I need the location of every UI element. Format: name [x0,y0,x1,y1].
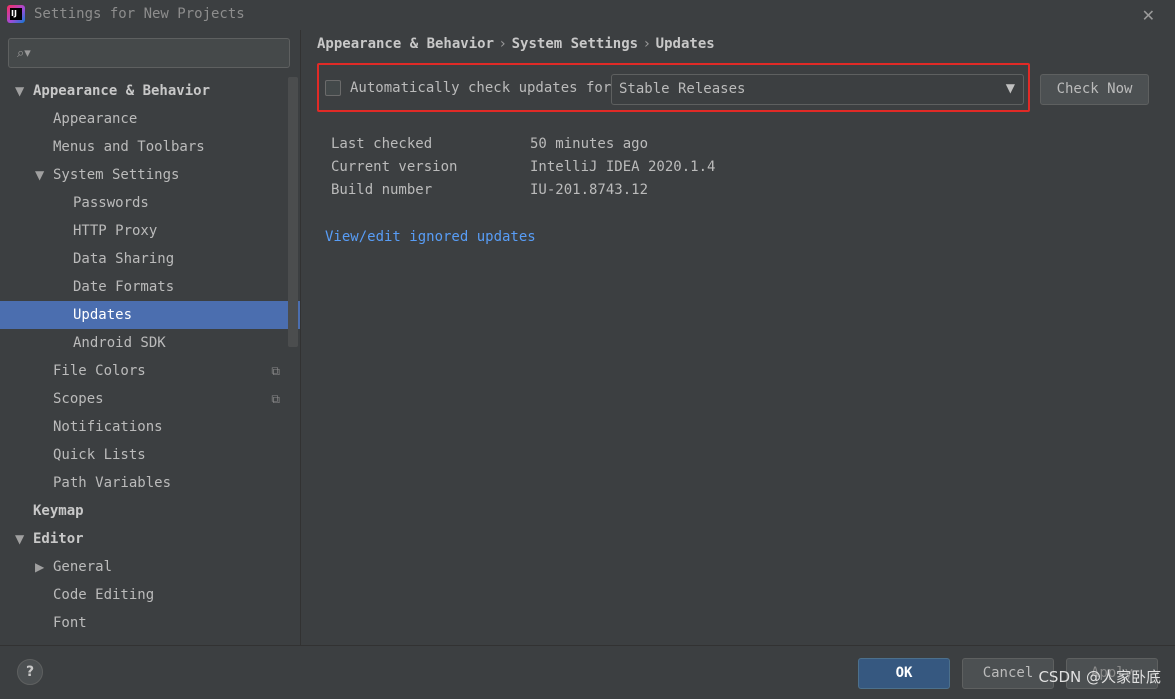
sidebar-item-label: Keymap [33,503,84,519]
sidebar-item-label: Path Variables [53,475,172,491]
dialog-footer: ? OK Cancel Apply CSDN @人家卧底 [0,645,1175,699]
chevron-down-icon: ▼ [1005,81,1015,95]
sidebar-item-label: Appearance [53,111,138,127]
auto-check-updates-label[interactable]: Automatically check updates for [350,80,611,96]
expand-arrow-icon[interactable]: ▼ [15,77,24,105]
copy-icon: ⧉ [271,364,280,378]
sidebar-item-label: Android SDK [73,335,166,351]
sidebar-item-http-proxy[interactable]: HTTP Proxy [0,217,288,245]
sidebar-item-label: Scopes [53,391,104,407]
breadcrumb-item[interactable]: Appearance & Behavior [317,36,494,52]
updates-panel: Appearance & Behavior › System Settings › Up… [301,30,1175,645]
auto-check-updates-checkbox[interactable] [325,80,341,96]
sidebar-item-path-variables[interactable]: Path Variables [0,469,288,497]
sidebar-item-label: Font [53,615,87,631]
expand-arrow-icon[interactable]: ▼ [15,525,24,553]
build-number-label: Build number [331,182,433,198]
sidebar-item-code-editing[interactable]: Code Editing [0,581,288,609]
sidebar-item-font[interactable]: Font [0,609,288,637]
sidebar-item-general[interactable]: ▶ General [0,553,288,581]
settings-sidebar: ⌕▾ ▼ Appearance & Behavior Appearance Menus… [0,30,301,645]
close-icon[interactable]: ✕ [1142,6,1155,25]
update-channel-select[interactable]: Stable Releases ▼ [611,74,1024,105]
collapse-arrow-icon[interactable]: ▶ [35,553,44,581]
sidebar-item-appearance-behavior[interactable]: ▼ Appearance & Behavior [0,77,288,105]
search-input[interactable]: ⌕▾ [8,38,290,68]
window-title: Settings for New Projects [34,6,245,22]
current-version-value: IntelliJ IDEA 2020.1.4 [530,159,716,175]
expand-arrow-icon[interactable]: ▼ [35,161,44,189]
sidebar-item-label: Updates [73,307,133,323]
breadcrumb-separator: › [500,36,506,52]
sidebar-item-updates[interactable]: Updates [0,301,300,329]
sidebar-item-passwords[interactable]: Passwords [0,189,288,217]
search-icon: ⌕▾ [17,46,31,61]
update-channel-value: Stable Releases [619,81,746,97]
sidebar-item-label: Data Sharing [73,251,175,267]
sidebar-item-label: General [53,559,113,575]
sidebar-item-file-colors[interactable]: File Colors ⧉ [0,357,288,385]
tree-scrollbar[interactable] [288,77,298,347]
title-bar: IJ Settings for New Projects ✕ [0,0,1175,30]
sidebar-item-appearance[interactable]: Appearance [0,105,288,133]
sidebar-item-label: HTTP Proxy [73,223,158,239]
sidebar-item-label: File Colors [53,363,146,379]
ignored-updates-link[interactable]: View/edit ignored updates [325,229,536,245]
ok-button[interactable]: OK [858,658,950,689]
last-checked-label: Last checked [331,136,433,152]
sidebar-item-label: Passwords [73,195,149,211]
breadcrumb: Appearance & Behavior › System Settings › Up… [317,36,715,52]
sidebar-item-label: Quick Lists [53,447,146,463]
sidebar-item-system-settings[interactable]: ▼ System Settings [0,161,288,189]
sidebar-item-label: System Settings [53,167,180,183]
sidebar-item-label: Editor [33,531,84,547]
sidebar-item-editor[interactable]: ▼ Editor [0,525,288,553]
sidebar-item-label: Code Editing [53,587,155,603]
sidebar-item-label: Notifications [53,419,163,435]
sidebar-item-data-sharing[interactable]: Data Sharing [0,245,288,273]
current-version-label: Current version [331,159,458,175]
intellij-app-icon: IJ [7,5,25,23]
csdn-watermark: CSDN @人家卧底 [1038,668,1161,686]
sidebar-item-label: Date Formats [73,279,175,295]
sidebar-item-scopes[interactable]: Scopes ⧉ [0,385,288,413]
breadcrumb-separator: › [644,36,650,52]
check-now-button[interactable]: Check Now [1040,74,1149,105]
sidebar-item-keymap[interactable]: Keymap [0,497,288,525]
sidebar-item-quick-lists[interactable]: Quick Lists [0,441,288,469]
sidebar-item-notifications[interactable]: Notifications [0,413,288,441]
sidebar-item-label: Appearance & Behavior [33,83,211,99]
breadcrumb-item[interactable]: System Settings [512,36,638,52]
build-number-value: IU-201.8743.12 [530,182,649,198]
sidebar-item-android-sdk[interactable]: Android SDK [0,329,288,357]
last-checked-value: 50 minutes ago [530,136,649,152]
copy-icon: ⧉ [271,392,280,406]
sidebar-item-menus-and-toolbars[interactable]: Menus and Toolbars [0,133,288,161]
sidebar-item-date-formats[interactable]: Date Formats [0,273,288,301]
breadcrumb-item-current: Updates [655,36,715,52]
sidebar-item-label: Menus and Toolbars [53,139,205,155]
help-button[interactable]: ? [17,659,43,685]
